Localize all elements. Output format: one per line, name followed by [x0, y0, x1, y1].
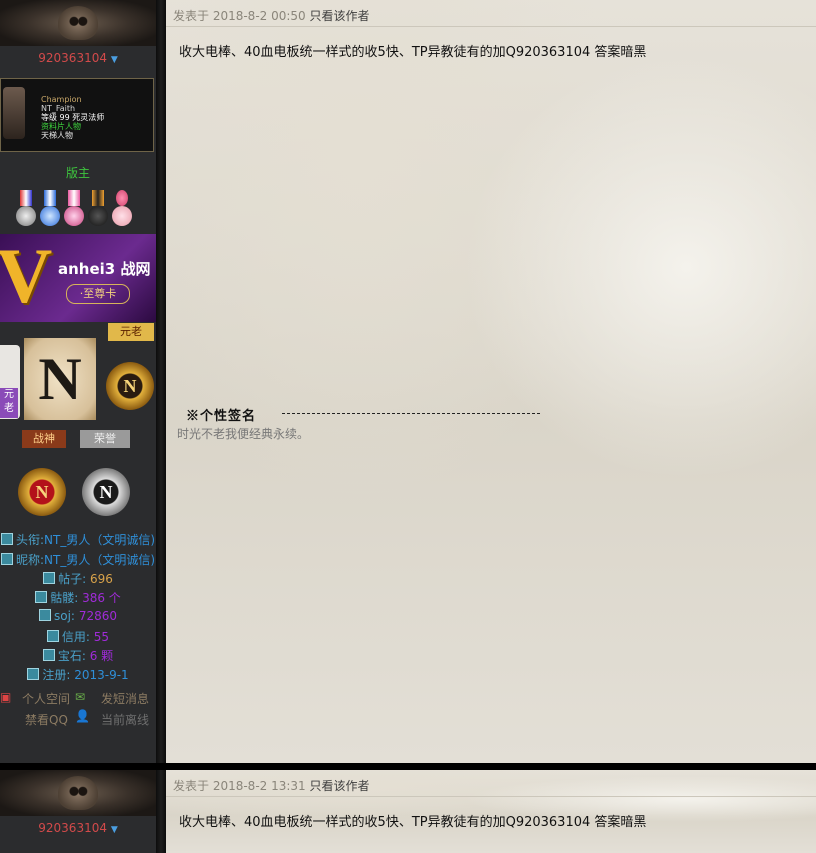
elder-star-medal-icon: N [106, 362, 154, 410]
post-2: 920363104 ▼ 发表于 2018-8-2 13:31 只看该作者 收大电… [0, 770, 816, 853]
post-body-text: 收大电棒、40血电板统一样式的收5快、TP异教徒有的加Q920363104 答案… [179, 815, 647, 830]
signature-text: 时光不老我便经典永续。 [177, 427, 310, 441]
post-meta: 发表于 2018-8-2 13:31 只看该作者 [173, 777, 370, 794]
chevron-down-icon[interactable]: ▼ [111, 55, 118, 65]
info-title: 头衔:NT_男人（文明诚信) [0, 531, 156, 548]
chevron-down-icon[interactable]: ▼ [111, 825, 118, 835]
info-gems: 宝石: 6 颗 [0, 647, 156, 664]
character-ladder: 天梯人物 [41, 131, 73, 140]
post-content [166, 0, 816, 763]
medal-icon[interactable] [111, 190, 133, 230]
honor-star-medal-icon: N [82, 468, 130, 516]
medal-icon[interactable] [63, 190, 85, 230]
war-god-badge-label: 战神 [22, 430, 66, 448]
info-nickname: 昵称:NT_男人（文明诚信) [0, 551, 156, 568]
header-ornament [0, 0, 156, 46]
character-card: Champion NT_Faith 等级 99 死灵法师 资料片人物 天梯人物 [0, 78, 154, 152]
info-icon [0, 533, 13, 545]
war-god-star-medal-icon: N [18, 468, 66, 516]
signature-title: ※个性签名 [186, 408, 257, 423]
sidebar-divider [156, 770, 166, 853]
info-icon [43, 572, 56, 584]
author-username[interactable]: 920363104 ▼ [0, 821, 156, 835]
character-name: NT_Faith [41, 104, 76, 113]
send-message-link[interactable]: 发短消息 [101, 690, 149, 707]
post-timestamp: 发表于 2018-8-2 13:31 [173, 779, 306, 793]
post-meta-bar: 发表于 2018-8-2 13:31 只看该作者 [166, 770, 816, 797]
info-icon [42, 649, 55, 661]
medal-icon[interactable] [87, 190, 109, 230]
info-icon [0, 553, 13, 565]
signature-divider [282, 413, 540, 414]
nt-logo-icon: N [38, 346, 82, 412]
personal-space-link[interactable]: 个人空间 [22, 690, 70, 707]
info-icon [46, 630, 59, 642]
header-ornament [0, 770, 156, 816]
post-timestamp: 发表于 2018-8-2 00:50 [173, 9, 306, 23]
username-text[interactable]: 920363104 [38, 821, 107, 835]
post-1: 920363104 ▼ Champion NT_Faith 等级 99 死灵法师… [0, 0, 816, 763]
author-role: 版主 [65, 166, 90, 180]
author-username[interactable]: 920363104 ▼ [0, 51, 156, 65]
character-portrait [3, 87, 25, 139]
post-body-text: 收大电棒、40血电板统一样式的收5快、TP异教徒有的加Q920363104 答案… [179, 45, 647, 60]
info-icon [39, 609, 51, 621]
info-icon [27, 668, 40, 680]
character-rank: Champion [41, 95, 82, 104]
skull-emblem [58, 6, 98, 40]
vip-card-label: ·至尊卡 [66, 284, 130, 304]
elder-small-tag: 元老 [0, 388, 18, 418]
author-sidebar: 920363104 ▼ [0, 770, 156, 853]
vip-banner-text: anhei3 战网 [58, 260, 151, 278]
post-separator [0, 763, 816, 770]
skull-emblem [58, 776, 98, 810]
author-sidebar: 920363104 ▼ Champion NT_Faith 等级 99 死灵法师… [0, 0, 156, 763]
ban-qq-link[interactable]: 禁看QQ [25, 711, 68, 728]
mail-icon[interactable]: ✉ [75, 690, 85, 704]
character-expansion: 资料片人物 [41, 122, 81, 131]
username-text[interactable]: 920363104 [38, 51, 107, 65]
character-level: 等级 99 死灵法师 [41, 113, 105, 122]
sidebar-divider [156, 0, 166, 763]
medal-row [15, 182, 140, 230]
honor-badge-label: 荣誉 [80, 430, 130, 448]
info-soj: soj: 72860 [0, 609, 156, 623]
home-icon[interactable]: ▣ [0, 690, 11, 704]
post-meta: 发表于 2018-8-2 00:50 只看该作者 [173, 7, 370, 24]
medal-icon[interactable] [39, 190, 61, 230]
info-posts: 帖子: 696 [0, 570, 156, 587]
only-author-link[interactable]: 只看该作者 [310, 9, 370, 23]
info-credit: 信用: 55 [0, 628, 156, 645]
post-meta-bar: 发表于 2018-8-2 00:50 只看该作者 [166, 0, 816, 27]
vip-logo-icon: V [0, 234, 53, 319]
online-status: 当前离线 [101, 713, 150, 727]
info-registered: 注册: 2013-9-1 [0, 666, 156, 683]
user-icon: 👤 [75, 709, 90, 723]
medal-icon[interactable] [15, 190, 37, 230]
nt-logo-badge: N [24, 338, 96, 420]
info-icon [35, 591, 48, 603]
only-author-link[interactable]: 只看该作者 [310, 779, 370, 793]
elder-badge-label: 元老 [108, 323, 154, 341]
vip-banner[interactable]: V anhei3 战网 ·至尊卡 [0, 234, 156, 322]
info-skulls: 骷髅: 386 个 [0, 589, 156, 606]
